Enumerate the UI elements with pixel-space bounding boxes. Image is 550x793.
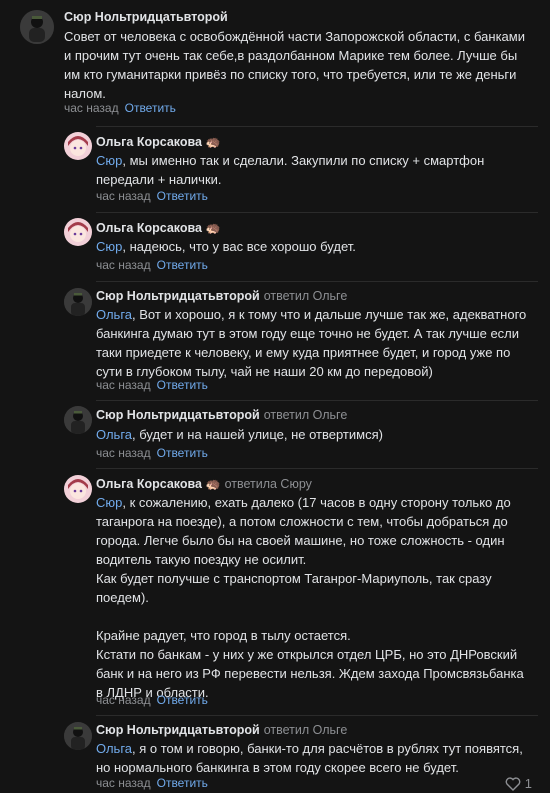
comment-author[interactable]: Ольга Корсакова 🦔 [96,135,221,150]
mention-link[interactable]: Ольга [96,741,132,756]
comment-meta: час назад Ответить [96,693,208,707]
replied-to[interactable]: ответил Ольге [264,723,348,737]
comment-time: час назад [96,776,151,790]
hedgehog-icon: 🦔 [204,135,221,149]
divider [96,126,538,127]
comment-time: час назад [64,101,119,115]
comment-paragraph: Крайне радует, что город в тылу остается… [96,628,351,643]
comment-author[interactable]: Сюр Нольтридцатьвторой [64,10,228,24]
comment-time: час назад [96,189,151,203]
comment-meta: час назад Ответить [96,378,208,392]
comment-author[interactable]: Сюр Нольтридцатьвторой ответил Ольге [96,289,347,303]
avatar[interactable] [20,10,54,44]
comment-text: Совет от человека с освобождённой части … [64,29,525,101]
reply-button[interactable]: Ответить [157,446,208,460]
comment-text: Ольга, Вот и хорошо, я к тому что и даль… [96,307,527,379]
heart-icon [505,776,521,791]
mention-link[interactable]: Сюр [96,239,122,254]
replied-to[interactable]: ответила Сюру [225,477,312,491]
comment-text: Сюр, надеюсь, что у вас все хорошо будет… [96,239,356,254]
reply-button[interactable]: Ответить [157,258,208,272]
comment-author[interactable]: Сюр Нольтридцатьвторой ответил Ольге [96,723,347,737]
avatar[interactable] [64,406,92,434]
divider [96,281,538,282]
comment-text: Сюр, к сожалению, ехать далеко (17 часов… [96,493,531,702]
replied-to[interactable]: ответил Ольге [264,408,348,422]
comment-meta: час назад Ответить [64,101,176,115]
avatar[interactable] [64,288,92,316]
comment-author[interactable]: Ольга Корсакова 🦔 ответила Сюру [96,477,312,492]
hedgehog-icon: 🦔 [204,477,221,491]
hedgehog-icon: 🦔 [204,221,221,235]
comment-text: Ольга, будет и на нашей улице, не отверт… [96,427,383,442]
divider [96,212,538,213]
comment-meta: час назад Ответить [96,446,208,460]
comment-time: час назад [96,446,151,460]
comment-meta: час назад Ответить [96,189,208,203]
replied-to[interactable]: ответил Ольге [264,289,348,303]
reply-button[interactable]: Ответить [157,378,208,392]
comment-time: час назад [96,693,151,707]
comment-paragraph: Как будет получше с транспортом Таганрог… [96,571,492,605]
comment-author[interactable]: Сюр Нольтридцатьвторой ответил Ольге [96,408,347,422]
divider [96,468,538,469]
divider [96,400,538,401]
comment-meta: час назад Ответить [96,258,208,272]
mention-link[interactable]: Сюр [96,153,122,168]
avatar[interactable] [64,218,92,246]
avatar[interactable] [64,475,92,503]
mention-link[interactable]: Сюр [96,495,122,510]
reply-button[interactable]: Ответить [157,693,208,707]
mention-link[interactable]: Ольга [96,427,132,442]
comment-text: Ольга, я о том и говорю, банки-то для ра… [96,741,523,775]
comment-author[interactable]: Ольга Корсакова 🦔 [96,221,221,236]
avatar[interactable] [64,722,92,750]
reply-button[interactable]: Ответить [157,776,208,790]
like-button[interactable]: 1 [505,776,532,791]
reply-button[interactable]: Ответить [125,101,176,115]
like-count: 1 [524,776,532,791]
comment-meta: час назад Ответить [96,776,208,790]
comment-time: час назад [96,258,151,272]
divider [96,715,538,716]
reply-button[interactable]: Ответить [157,189,208,203]
mention-link[interactable]: Ольга [96,307,132,322]
comment-time: час назад [96,378,151,392]
avatar[interactable] [64,132,92,160]
comment-text: Сюр, мы именно так и сделали. Закупили п… [96,153,485,187]
